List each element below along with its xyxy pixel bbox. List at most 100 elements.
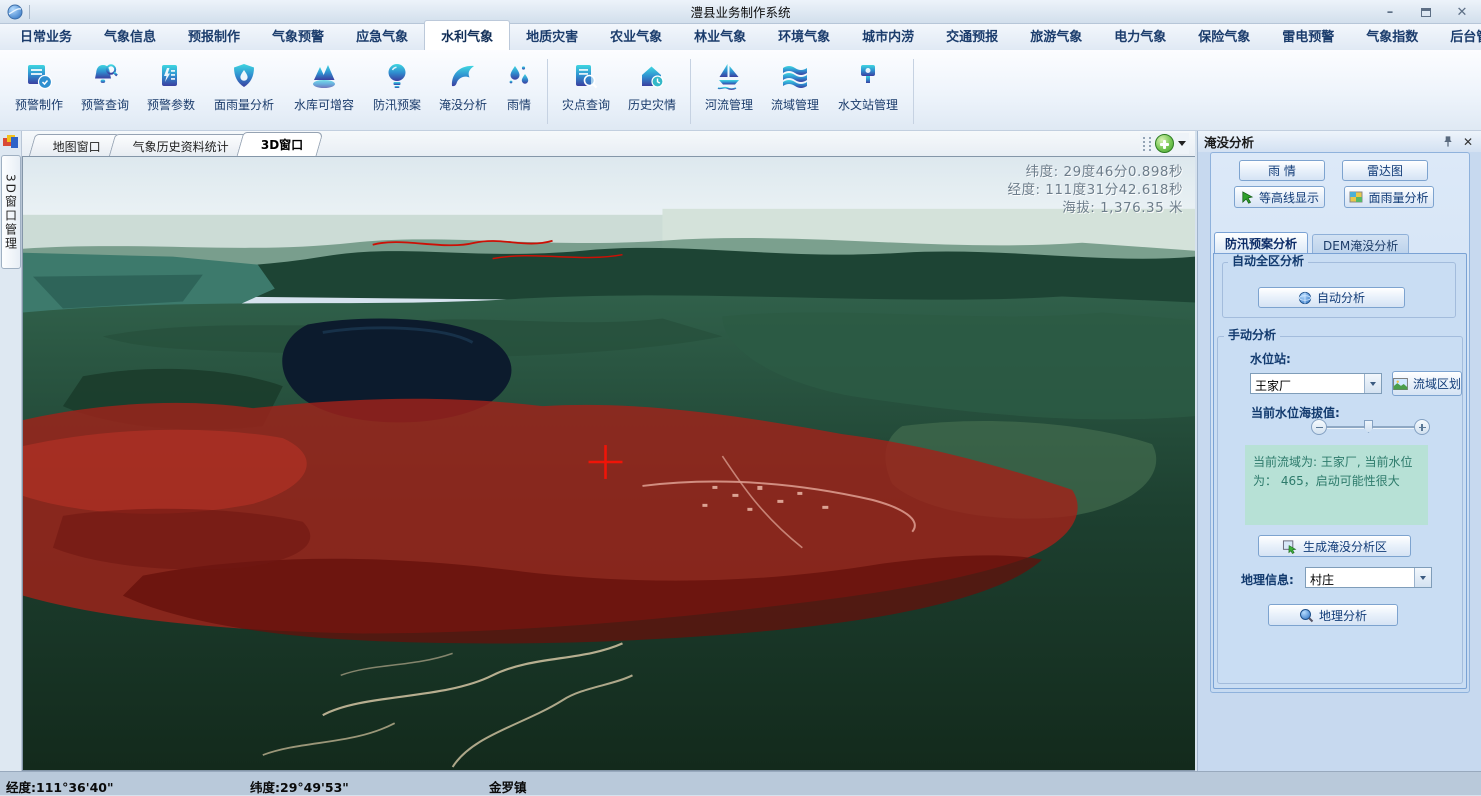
tab-map-window[interactable]: 地图窗口 (29, 134, 121, 156)
ribbon-item-disaster-point-query[interactable]: 灾点查询 (553, 53, 619, 130)
window-manager-icon (3, 135, 19, 149)
menu-insurance-weather[interactable]: 保险气象 (1182, 21, 1266, 50)
sidebar-tab-3d-window-manager[interactable]: 3D窗口管理 (1, 155, 21, 269)
ribbon-item-areal-rain-analysis[interactable]: 面雨量分析 (204, 53, 284, 130)
tab-strip-controls (1140, 133, 1189, 154)
panel-close-button[interactable]: ✕ (1461, 135, 1475, 149)
generate-inundation-zone-button[interactable]: 生成淹没分析区 (1258, 535, 1411, 557)
longitude-readout: 经度: 111度31分42.618秒 (1007, 181, 1183, 199)
hydro-station-icon (852, 61, 884, 91)
menu-daily-business[interactable]: 日常业务 (4, 21, 88, 50)
left-dock-strip: 3D窗口管理 (0, 131, 22, 771)
geo-analysis-button[interactable]: 地理分析 (1268, 604, 1398, 626)
tab-3d-window[interactable]: 3D窗口 (237, 132, 324, 156)
map-3d-viewport[interactable]: 纬度: 29度46分0.898秒 经度: 111度31分42.618秒 海拔: … (22, 156, 1195, 771)
ribbon-separator (913, 59, 914, 124)
slider-decrease-button[interactable] (1311, 419, 1327, 435)
basin-zoning-button[interactable]: 流域区划 (1392, 371, 1462, 396)
ribbon-item-warning-params[interactable]: 预警参数 (138, 53, 204, 130)
ribbon-label: 淹没分析 (439, 96, 487, 113)
ribbon-item-inundation-analysis[interactable]: 淹没分析 (430, 53, 496, 130)
tab-weather-history-statistics[interactable]: 气象历史资料统计 (109, 134, 249, 156)
geo-info-value: 村庄 (1306, 568, 1414, 587)
status-latitude: 纬度:29°49'53" (250, 777, 349, 796)
slider-increase-button[interactable] (1414, 419, 1430, 435)
button-label: 流域区划 (1413, 375, 1461, 392)
ribbon-item-rain-status[interactable]: 雨情 (496, 53, 542, 130)
menu-geological-disaster[interactable]: 地质灾害 (510, 21, 594, 50)
geo-info-combobox[interactable]: 村庄 (1305, 567, 1432, 588)
areal-rain-icon (228, 61, 260, 91)
menu-weather-index[interactable]: 气象指数 (1350, 21, 1434, 50)
close-button[interactable]: ✕ (1453, 4, 1471, 20)
station-dropdown-button[interactable] (1364, 374, 1381, 393)
auto-group-title: 自动全区分析 (1228, 255, 1308, 268)
areal-rain-analysis-button[interactable]: 面雨量分析 (1344, 186, 1434, 208)
ribbon-item-warning-query[interactable]: 预警查询 (72, 53, 138, 130)
tab-flood-plan-analysis[interactable]: 防汛预案分析 (1214, 232, 1308, 253)
geo-info-label: 地理信息: (1241, 571, 1294, 588)
menu-agriculture-weather[interactable]: 农业气象 (594, 21, 678, 50)
ribbon-label: 预警制作 (15, 96, 63, 113)
chevron-down-icon (1420, 576, 1426, 580)
auto-analysis-button[interactable]: 自动分析 (1258, 287, 1405, 308)
ribbon-item-river-management[interactable]: 河流管理 (696, 53, 762, 130)
pin-button[interactable] (1441, 135, 1455, 149)
ribbon-item-flood-plan[interactable]: 防汛预案 (364, 53, 430, 130)
tab-list-dropdown-icon[interactable] (1178, 141, 1186, 146)
geo-dropdown-button[interactable] (1414, 568, 1431, 587)
ribbon-item-hydro-station-management[interactable]: 水文站管理 (828, 53, 908, 130)
flood-plan-icon (381, 61, 413, 91)
window-title: 澧县业务制作系统 (0, 2, 1481, 21)
ribbon-item-warning-create[interactable]: 预警制作 (6, 53, 72, 130)
tab-dem-inundation-analysis[interactable]: DEM淹没分析 (1312, 234, 1409, 253)
panel-title: 淹没分析 (1204, 132, 1435, 151)
panel-content-box: 雨 情 雷达图 等高线显示 面雨量分析 防汛预案分析 DEM淹没分析 (1210, 152, 1470, 693)
tab-label: 地图窗口 (53, 138, 101, 155)
menu-weather-warning[interactable]: 气象预警 (256, 21, 340, 50)
picture-icon (1393, 378, 1408, 390)
manual-group-title: 手动分析 (1224, 329, 1280, 342)
rain-status-button[interactable]: 雨 情 (1239, 160, 1325, 181)
menu-forestry-weather[interactable]: 林业气象 (678, 21, 762, 50)
ribbon-item-reservoir-capacity[interactable]: 水库可增容 (284, 53, 364, 130)
menu-traffic-forecast[interactable]: 交通预报 (930, 21, 1014, 50)
menu-urban-flooding[interactable]: 城市内涝 (846, 21, 930, 50)
tab-label: DEM淹没分析 (1323, 239, 1398, 253)
maximize-icon (1421, 8, 1431, 17)
mini-map-icon (1349, 190, 1363, 204)
drag-grip[interactable] (1149, 137, 1151, 151)
menu-forecast-production[interactable]: 预报制作 (172, 21, 256, 50)
add-tab-button[interactable] (1155, 134, 1174, 153)
button-label: 地理分析 (1319, 607, 1367, 624)
menu-weather-info[interactable]: 气象信息 (88, 21, 172, 50)
generate-map-icon (1282, 539, 1298, 554)
menu-power-weather[interactable]: 电力气象 (1098, 21, 1182, 50)
cursor-arrow-icon (1240, 190, 1254, 205)
station-combobox[interactable]: 王家厂 (1250, 373, 1382, 394)
tab-label: 气象历史资料统计 (133, 138, 229, 155)
status-town: 金罗镇 (489, 777, 527, 796)
contour-display-button[interactable]: 等高线显示 (1234, 186, 1325, 208)
menu-emergency-weather[interactable]: 应急气象 (340, 21, 424, 50)
menu-lightning-warning[interactable]: 雷电预警 (1266, 21, 1350, 50)
slider-thumb[interactable] (1364, 420, 1373, 433)
button-label: 自动分析 (1317, 289, 1365, 306)
ribbon-label: 面雨量分析 (214, 96, 274, 113)
water-level-slider[interactable] (1311, 418, 1430, 436)
disaster-query-icon (570, 61, 602, 91)
radar-image-button[interactable]: 雷达图 (1342, 160, 1428, 181)
ribbon-item-basin-management[interactable]: 流域管理 (762, 53, 828, 130)
menu-water-weather[interactable]: 水利气象 (424, 20, 510, 50)
tab-label: 3D窗口 (261, 136, 303, 153)
menu-backend-management[interactable]: 后台管理 (1434, 21, 1481, 50)
menu-tourism-weather[interactable]: 旅游气象 (1014, 21, 1098, 50)
inundation-icon (447, 61, 479, 91)
maximize-button[interactable] (1417, 4, 1435, 20)
menu-environment-weather[interactable]: 环境气象 (762, 21, 846, 50)
inundation-analysis-panel: 淹没分析 ✕ 雨 情 雷达图 等高线显示 (1197, 131, 1481, 771)
ribbon-item-disaster-history[interactable]: 历史灾情 (619, 53, 685, 130)
drag-grip[interactable] (1143, 137, 1145, 151)
minimize-button[interactable]: – (1381, 4, 1399, 20)
ribbon-label: 水库可增容 (294, 96, 354, 113)
